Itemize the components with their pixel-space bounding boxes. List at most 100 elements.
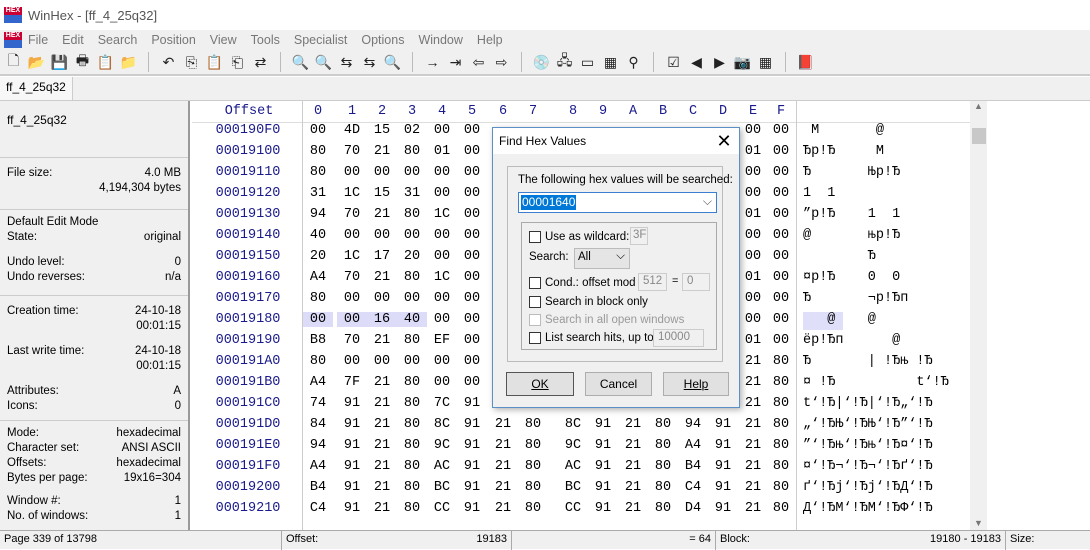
hex-byte[interactable]: 21 (367, 144, 397, 159)
hex-byte[interactable]: D4 (678, 501, 708, 516)
text-row[interactable]: M @ (803, 123, 973, 138)
tab-file[interactable]: ff_4_25q32 (0, 77, 73, 100)
hex-byte[interactable]: 91 (457, 459, 487, 474)
hex-byte[interactable]: 21 (367, 396, 397, 411)
print-icon[interactable]: 🖶 (71, 51, 94, 73)
hex-byte[interactable]: 21 (738, 375, 768, 390)
text-row[interactable]: ”‘!Ђњ‘!Ђњ‘!Ђ¤‘!Ђ (803, 438, 973, 453)
hex-byte[interactable]: 00 (427, 249, 457, 264)
properties-icon[interactable]: 📋 (94, 51, 117, 73)
text-row[interactable]: ґ‘!Ђј‘!Ђј‘!ЂД‘!Ђ (803, 480, 973, 495)
chevron-down-icon[interactable]: ⌵ (703, 194, 712, 209)
hex-byte[interactable]: B4 (303, 480, 333, 495)
hex-byte[interactable]: 80 (766, 459, 796, 474)
hex-byte[interactable]: 70 (337, 207, 367, 222)
cond-box[interactable] (529, 277, 541, 289)
new-file-icon[interactable]: 🗋 (2, 51, 25, 73)
text-row[interactable]: 1 1 (803, 186, 973, 201)
hex-byte[interactable]: 80 (397, 396, 427, 411)
block-only-checkbox[interactable]: Search in block only (529, 294, 648, 310)
hex-byte[interactable]: AC (558, 459, 588, 474)
open-icon[interactable]: 📂 (25, 51, 48, 73)
hex-byte[interactable]: 00 (457, 165, 487, 180)
hex-byte[interactable]: 91 (337, 480, 367, 495)
paste-write-icon[interactable]: ⎗ (226, 51, 249, 73)
hex-byte[interactable]: 00 (427, 312, 457, 327)
hex-byte[interactable]: 70 (337, 333, 367, 348)
hex-byte[interactable]: 00 (367, 165, 397, 180)
hex-byte[interactable]: 91 (457, 438, 487, 453)
snapshot-icon[interactable]: 📷 (731, 51, 754, 73)
hex-byte[interactable]: 00 (303, 312, 333, 327)
open-folder-icon[interactable]: 📁 (117, 51, 140, 73)
cond-checkbox[interactable]: Cond.: offset mod (529, 275, 636, 291)
goto-offset-icon[interactable]: → (421, 51, 444, 73)
hex-byte[interactable]: 74 (303, 396, 333, 411)
hex-byte[interactable]: 00 (738, 186, 768, 201)
hex-byte[interactable]: 00 (397, 354, 427, 369)
hex-byte[interactable]: EF (427, 333, 457, 348)
hex-byte[interactable]: 4D (337, 123, 367, 138)
hex-byte[interactable]: C4 (303, 501, 333, 516)
hex-byte[interactable]: 1C (337, 249, 367, 264)
hex-byte[interactable]: 80 (766, 417, 796, 432)
hex-byte[interactable]: 21 (367, 459, 397, 474)
menu-window[interactable]: Window (418, 33, 462, 47)
search-icon[interactable]: ⚲ (622, 51, 645, 73)
hex-byte[interactable]: 94 (303, 438, 333, 453)
close-icon[interactable]: ✕ (709, 131, 739, 152)
hex-byte[interactable]: 00 (427, 186, 457, 201)
hex-byte[interactable]: 00 (766, 144, 796, 159)
hex-byte[interactable]: 20 (397, 249, 427, 264)
binary-convert-icon[interactable]: ⇄ (249, 51, 272, 73)
menu-help[interactable]: Help (477, 33, 503, 47)
text-row[interactable]: „‘!ЂЊ‘!ЂЊ‘!Ђ”‘!Ђ (803, 417, 973, 432)
ram-icon[interactable]: 🖧 (553, 51, 576, 73)
menu-position[interactable]: Position (151, 33, 195, 47)
hex-byte[interactable]: 80 (766, 375, 796, 390)
table-icon[interactable]: ▦ (754, 51, 777, 73)
hex-byte[interactable]: 00 (738, 228, 768, 243)
menu-tools[interactable]: Tools (251, 33, 280, 47)
hex-byte[interactable]: 21 (367, 417, 397, 432)
hex-byte[interactable]: 21 (618, 417, 648, 432)
app-menu-icon[interactable]: HEX (4, 32, 22, 48)
hex-byte[interactable]: 80 (518, 480, 548, 495)
hex-byte[interactable]: 20 (303, 249, 333, 264)
hex-byte[interactable]: 91 (457, 501, 487, 516)
hex-byte[interactable]: 17 (367, 249, 397, 264)
hex-byte[interactable]: 80 (648, 438, 678, 453)
hex-byte[interactable]: 80 (303, 144, 333, 159)
search-scope-select[interactable]: All ⌵ (574, 248, 630, 269)
hex-byte[interactable]: C4 (678, 480, 708, 495)
hex-byte[interactable]: 91 (588, 501, 618, 516)
menu-view[interactable]: View (210, 33, 237, 47)
hex-byte[interactable]: 40 (397, 312, 427, 327)
back-icon[interactable]: ⇦ (467, 51, 490, 73)
hex-byte[interactable]: 00 (457, 354, 487, 369)
hex-byte[interactable]: 21 (738, 396, 768, 411)
previous-icon[interactable]: ◀ (685, 51, 708, 73)
hex-byte[interactable]: 21 (488, 438, 518, 453)
hex-byte[interactable]: 7F (337, 375, 367, 390)
hex-byte[interactable]: 80 (518, 501, 548, 516)
hex-byte[interactable]: 91 (337, 438, 367, 453)
hex-byte[interactable]: 80 (397, 438, 427, 453)
hex-byte[interactable]: 15 (367, 123, 397, 138)
hex-byte[interactable]: 00 (738, 249, 768, 264)
hex-byte[interactable]: 80 (518, 438, 548, 453)
hex-byte[interactable]: 9C (558, 438, 588, 453)
help-button[interactable]: Help (663, 372, 729, 396)
hex-byte[interactable]: 00 (427, 375, 457, 390)
hex-byte[interactable]: A4 (303, 459, 333, 474)
hex-byte[interactable]: 9C (427, 438, 457, 453)
hex-value-combo[interactable]: 00001640 ⌵ (518, 192, 717, 213)
hex-byte[interactable]: 1C (427, 270, 457, 285)
hex-byte[interactable]: 91 (588, 480, 618, 495)
hex-byte[interactable]: 00 (397, 165, 427, 180)
hex-byte[interactable]: 00 (457, 123, 487, 138)
hex-byte[interactable]: 21 (367, 270, 397, 285)
hex-byte[interactable]: 1C (427, 207, 457, 222)
hex-byte[interactable]: 91 (457, 417, 487, 432)
hex-byte[interactable]: 91 (337, 501, 367, 516)
